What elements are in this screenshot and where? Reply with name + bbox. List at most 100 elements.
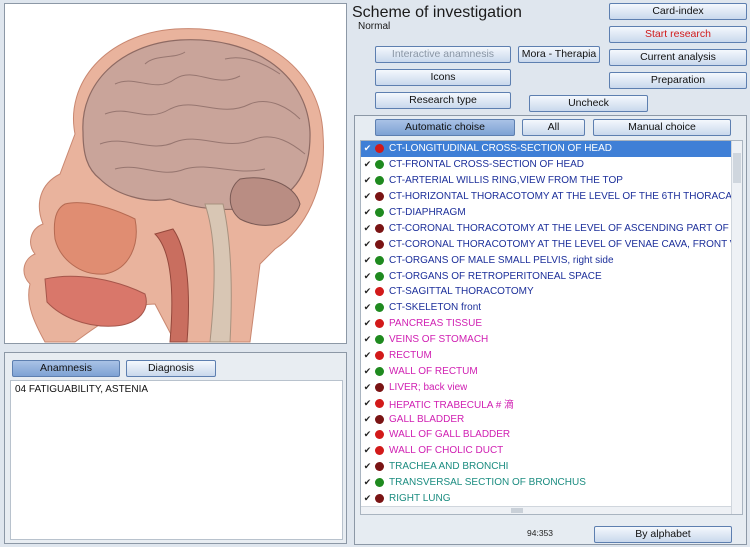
anatomy-image-panel	[4, 3, 347, 344]
start-research-button[interactable]: Start research	[609, 26, 747, 43]
anamnesis-text-area[interactable]: 04 FATIGUABILITY, ASTENIA	[10, 380, 343, 540]
checkmark-icon[interactable]: ✔	[363, 462, 372, 471]
checkmark-icon[interactable]: ✔	[363, 335, 372, 344]
anamnesis-panel: Anamnesis Diagnosis 04 FATIGUABILITY, AS…	[4, 352, 347, 544]
page-title: Scheme of investigation	[352, 4, 522, 21]
checkmark-icon[interactable]: ✔	[363, 398, 372, 408]
checkmark-icon[interactable]: ✔	[363, 319, 372, 328]
checkmark-icon[interactable]: ✔	[363, 414, 372, 424]
list-item[interactable]: ✔ CT-ARTERIAL WILLIS RING,VIEW FROM THE T…	[361, 173, 731, 189]
list-item[interactable]: ✔ WALL OF RECTUM	[361, 363, 731, 379]
horizontal-scroll-thumb[interactable]	[511, 508, 523, 513]
checkmark-icon[interactable]: ✔	[363, 255, 372, 265]
status-dot-icon	[375, 478, 384, 488]
checkmark-icon[interactable]: ✔	[363, 160, 372, 169]
status-dot-icon	[374, 223, 384, 233]
tab-anamnesis[interactable]: Anamnesis	[12, 360, 120, 377]
tab-diagnosis[interactable]: Diagnosis	[126, 360, 216, 377]
list-item[interactable]: ✔ RIGHT LUNG	[361, 491, 731, 507]
list-item[interactable]: ✔ CT-ORGANS OF MALE SMALL PELVIS, right s…	[361, 252, 731, 268]
page-subtitle: Normal	[358, 21, 391, 32]
list-item[interactable]: ✔ TRACHEA AND BRONCHI	[361, 459, 731, 475]
checkmark-icon[interactable]: ✔	[363, 208, 372, 217]
list-item[interactable]: ✔ RECTUM	[361, 348, 731, 364]
status-dot-icon	[374, 192, 384, 202]
list-item[interactable]: ✔ CT-FRONTAL CROSS-SECTION OF HEAD	[361, 157, 731, 173]
checkmark-icon[interactable]: ✔	[363, 430, 372, 439]
checkmark-icon[interactable]: ✔	[363, 494, 372, 503]
research-type-button[interactable]: Research type	[375, 92, 511, 109]
card-index-button[interactable]: Card-index	[609, 3, 747, 20]
list-item[interactable]: ✔ CT-SAGITTAL THORACOTOMY	[361, 284, 731, 300]
list-item[interactable]: ✔ HEPATIC TRABECULA # 滴	[361, 395, 731, 411]
investigation-list-rows: ✔ CT-LONGITUDINAL CROSS-SECTION OF HEAD ✔ C…	[361, 141, 731, 514]
list-item[interactable]: ✔ GALL BLADDER	[361, 411, 731, 427]
status-dot-icon	[375, 287, 384, 297]
checkmark-icon[interactable]: ✔	[363, 192, 372, 201]
checkmark-icon[interactable]: ✔	[363, 366, 372, 376]
status-dot-icon	[375, 144, 384, 154]
checkmark-icon[interactable]: ✔	[363, 446, 372, 455]
anamnesis-entry: 04 FATIGUABILITY, ASTENIA	[15, 384, 149, 395]
checkmark-icon[interactable]: ✔	[363, 287, 372, 296]
list-item[interactable]: ✔ CT-SKELETON front	[361, 300, 731, 316]
checkmark-icon[interactable]: ✔	[363, 382, 372, 392]
list-item[interactable]: ✔ WALL OF GALL BLADDER	[361, 427, 731, 443]
automatic-choise-button[interactable]: Automatic choise	[375, 119, 515, 136]
list-item-label: CT-CORONAL THORACOTOMY AT THE LEVEL OF V…	[388, 238, 731, 250]
list-item[interactable]: ✔ CT-CORONAL THORACOTOMY AT THE LEVEL OF …	[361, 220, 731, 236]
list-item-label: RECTUM	[389, 350, 432, 362]
by-alphabet-button[interactable]: By alphabet	[594, 526, 732, 543]
uncheck-button[interactable]: Uncheck	[529, 95, 648, 112]
list-item[interactable]: ✔ CT-DIAPHRAGM	[361, 205, 731, 221]
checkmark-icon[interactable]: ✔	[363, 239, 372, 249]
checkmark-icon[interactable]: ✔	[363, 223, 372, 233]
list-item-label: VEINS OF STOMACH	[389, 334, 489, 346]
status-dot-icon	[375, 398, 384, 408]
checkmark-icon[interactable]: ✔	[363, 351, 372, 360]
list-item-label: LIVER; back view	[389, 381, 468, 393]
current-analysis-button[interactable]: Current analysis	[609, 49, 747, 66]
list-item-label: TRANSVERSAL SECTION OF BRONCHUS	[389, 477, 586, 489]
manual-choice-button[interactable]: Manual choice	[593, 119, 731, 136]
mora-therapia-button[interactable]: Mora - Therapia	[518, 46, 600, 63]
list-item-label: CT-ORGANS OF RETROPERITONEAL SPACE	[389, 270, 602, 282]
list-item[interactable]: ✔ CT-LONGITUDINAL CROSS-SECTION OF HEAD	[361, 141, 731, 157]
checkmark-icon[interactable]: ✔	[363, 144, 372, 153]
status-dot-icon	[375, 494, 384, 504]
status-dot-icon	[375, 366, 384, 376]
status-dot-icon	[375, 319, 384, 329]
list-item[interactable]: ✔ LIVER; back view	[361, 379, 731, 395]
list-item-label: CT-FRONTAL CROSS-SECTION OF HEAD	[389, 159, 585, 171]
list-item[interactable]: ✔ CT-HORIZONTAL THORACOTOMY AT THE LEVEL …	[361, 189, 731, 205]
list-item-label: CT-CORONAL THORACOTOMY AT THE LEVEL OF A…	[388, 222, 731, 234]
list-item[interactable]: ✔ CT-ORGANS OF RETROPERITONEAL SPACE	[361, 268, 731, 284]
checkmark-icon[interactable]: ✔	[363, 303, 372, 312]
list-item[interactable]: ✔ TRANSVERSAL SECTION OF BRONCHUS	[361, 475, 731, 491]
checkmark-icon[interactable]: ✔	[363, 478, 372, 487]
checkmark-icon[interactable]: ✔	[363, 271, 372, 281]
checkmark-icon[interactable]: ✔	[363, 176, 372, 185]
interactive-anamnesis-button[interactable]: Interactive anamnesis	[375, 46, 511, 63]
list-item-label: PANCREAS TISSUE	[389, 318, 482, 330]
all-button[interactable]: All	[522, 119, 585, 136]
status-dot-icon	[375, 255, 384, 265]
item-counter: 94:353	[527, 528, 553, 538]
list-item[interactable]: ✔ PANCREAS TISSUE	[361, 316, 731, 332]
icons-button[interactable]: Icons	[375, 69, 511, 86]
list-item[interactable]: ✔ VEINS OF STOMACH	[361, 332, 731, 348]
status-dot-icon	[375, 335, 384, 345]
investigation-list[interactable]: ✔ CT-LONGITUDINAL CROSS-SECTION OF HEAD ✔ C…	[360, 140, 743, 515]
vertical-scroll-thumb[interactable]	[733, 153, 741, 183]
horizontal-scrollbar[interactable]	[361, 506, 731, 514]
list-item-label: WALL OF CHOLIC DUCT	[389, 445, 504, 457]
vertical-scrollbar[interactable]	[731, 141, 742, 514]
list-item[interactable]: ✔ CT-CORONAL THORACOTOMY AT THE LEVEL OF …	[361, 236, 731, 252]
list-item-label: WALL OF RECTUM	[389, 365, 478, 377]
list-item[interactable]: ✔ WALL OF CHOLIC DUCT	[361, 443, 731, 459]
status-dot-icon	[375, 271, 384, 281]
list-item-label: CT-ORGANS OF MALE SMALL PELVIS, right si…	[389, 254, 614, 266]
list-item-label: CT-ARTERIAL WILLIS RING,VIEW FROM THE TO…	[389, 175, 623, 187]
status-dot-icon	[375, 430, 384, 440]
preparation-button[interactable]: Preparation	[609, 72, 747, 89]
